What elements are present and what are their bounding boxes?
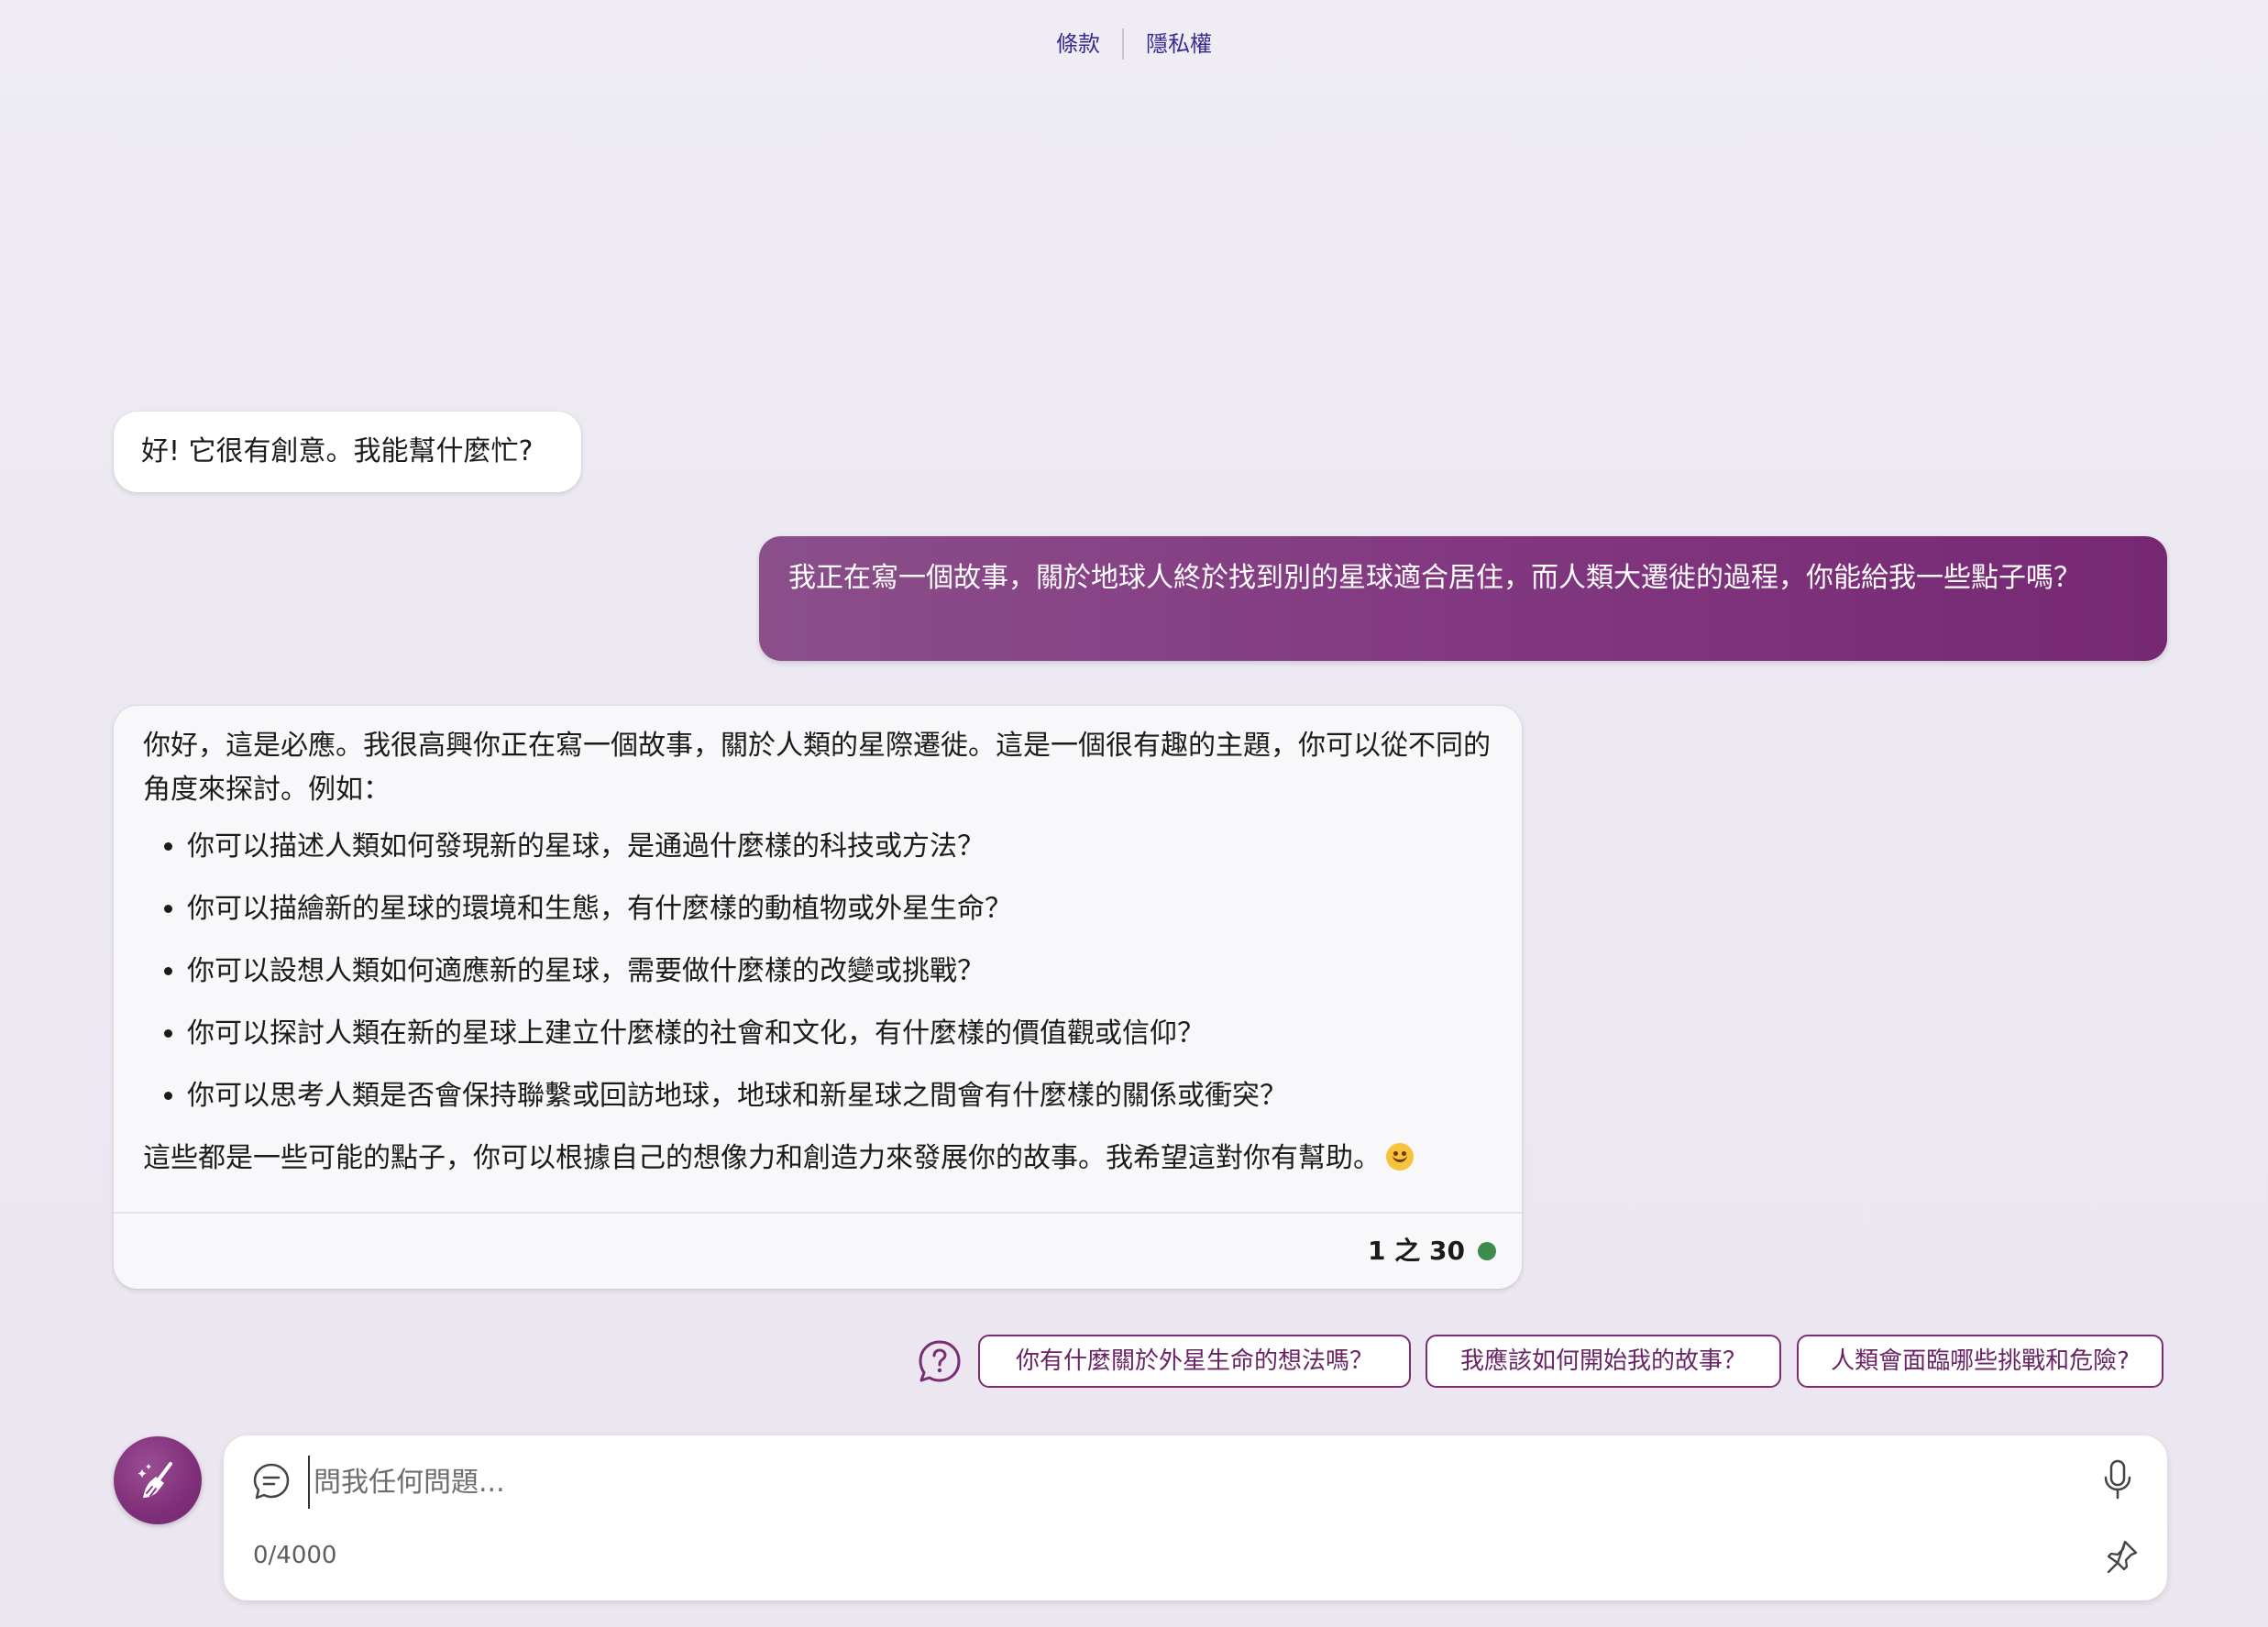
answer-outro: 這些都是一些可能的點子，你可以根據自己的想像力和創造力來發展你的故事。我希望這對… (143, 1142, 1381, 1174)
status-dot-icon (1478, 1242, 1496, 1260)
top-links: 條款 隱私權 (0, 27, 2268, 60)
chat-input[interactable] (308, 1456, 2020, 1509)
chat-bubble-icon (253, 1463, 290, 1500)
turn-counter: 1 之 30 (1368, 1236, 1465, 1266)
list-item: 你可以思考人類是否會保持聯繫或回訪地球，地球和新星球之間會有什麼樣的關係或衝突？ (187, 1074, 1494, 1118)
new-topic-button[interactable] (114, 1436, 202, 1524)
user-message: 我正在寫一個故事，關於地球人終於找到別的星球適合居住，而人類大遷徙的過程，你能給… (759, 536, 2167, 661)
list-item: 你可以探討人類在新的星球上建立什麼樣的社會和文化，有什麼樣的價值觀或信仰？ (187, 1012, 1494, 1056)
terms-link[interactable]: 條款 (1034, 27, 1122, 60)
question-circle-icon[interactable] (917, 1338, 963, 1384)
pin-icon[interactable] (2103, 1538, 2140, 1575)
list-item: 你可以設想人類如何適應新的星球，需要做什麼樣的改變或挑戰？ (187, 950, 1494, 994)
suggestion-chip[interactable]: 我應該如何開始我的故事？ (1426, 1335, 1781, 1388)
bot-greeting-message: 好! 它很有創意。我能幫什麼忙? (114, 412, 581, 492)
bot-answer-message: 你好，這是必應。我很高興你正在寫一個故事，關於人類的星際遷徙。這是一個很有趣的主… (114, 706, 1522, 1289)
answer-intro: 你好，這是必應。我很高興你正在寫一個故事，關於人類的星際遷徙。這是一個很有趣的主… (143, 730, 1491, 806)
privacy-link[interactable]: 隱私權 (1124, 27, 1234, 60)
greeting-text: 好! 它很有創意。我能幫什麼忙? (141, 435, 534, 467)
microphone-icon[interactable] (2099, 1457, 2136, 1501)
answer-list: 你可以描述人類如何發現新的星球，是通過什麼樣的科技或方法？ 你可以描繪新的星球的… (143, 825, 1494, 1118)
broom-icon (138, 1462, 172, 1498)
suggestion-bar: 你有什麼關於外星生命的想法嗎？ 我應該如何開始我的故事？ 人類會面臨哪些挑戰和危… (0, 1335, 2268, 1391)
answer-footer: 1 之 30 (114, 1212, 1522, 1289)
suggestion-chip[interactable]: 人類會面臨哪些挑戰和危險? (1797, 1335, 2163, 1388)
smiling-face-icon (1386, 1143, 1414, 1171)
character-counter: 0/4000 (253, 1542, 337, 1569)
chat-composer: 0/4000 (224, 1435, 2167, 1600)
list-item: 你可以描述人類如何發現新的星球，是通過什麼樣的科技或方法？ (187, 825, 1494, 869)
user-message-text: 我正在寫一個故事，關於地球人終於找到別的星球適合居住，而人類大遷徙的過程，你能給… (788, 562, 2081, 594)
answer-outro-paragraph: 這些都是一些可能的點子，你可以根據自己的想像力和創造力來發展你的故事。我希望這對… (143, 1137, 1494, 1181)
suggestion-chip[interactable]: 你有什麼關於外星生命的想法嗎？ (978, 1335, 1411, 1388)
answer-content: 你好，這是必應。我很高興你正在寫一個故事，關於人類的星際遷徙。這是一個很有趣的主… (114, 706, 1522, 1181)
list-item: 你可以描繪新的星球的環境和生態，有什麼樣的動植物或外星生命？ (187, 887, 1494, 931)
